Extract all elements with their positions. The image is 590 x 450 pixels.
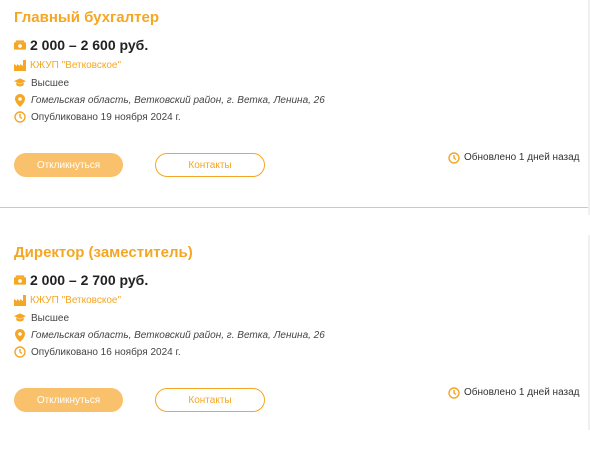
published-row: Опубликовано 16 ноября 2024 г. — [14, 346, 181, 358]
location-pin-icon — [14, 328, 26, 342]
education-row: Высшее — [14, 312, 69, 324]
salary: 2 000 – 2 700 руб. — [30, 272, 149, 288]
company-row: КЖУП "Ветковское" — [14, 59, 121, 71]
respond-button[interactable]: Откликнуться — [14, 153, 123, 177]
graduation-cap-icon — [14, 77, 26, 89]
address-row: Гомельская область, Ветковский район, г.… — [14, 328, 325, 342]
published-date: Опубликовано 16 ноября 2024 г. — [31, 346, 181, 358]
company-link[interactable]: КЖУП "Ветковское" — [30, 295, 121, 306]
salary-row: 2 000 – 2 600 руб. — [14, 37, 148, 53]
vacancy-title[interactable]: Директор (заместитель) — [14, 244, 193, 261]
clock-icon — [448, 152, 460, 164]
address: Гомельская область, Ветковский район, г.… — [31, 94, 325, 106]
respond-button[interactable]: Откликнуться — [14, 388, 123, 412]
factory-icon — [14, 59, 26, 71]
education: Высшее — [31, 77, 70, 89]
company-link[interactable]: КЖУП "Ветковское" — [30, 60, 121, 71]
address: Гомельская область, Ветковский район, г.… — [31, 329, 325, 341]
updated-text: Обновлено 1 дней назад — [464, 152, 580, 163]
clock-icon — [448, 387, 460, 399]
clock-icon — [14, 346, 26, 358]
divider — [0, 207, 590, 208]
contacts-button[interactable]: Контакты — [155, 153, 265, 177]
contacts-button[interactable]: Контакты — [155, 388, 265, 412]
updated-status: Обновлено 1 дней назад — [448, 386, 583, 402]
clock-icon — [14, 111, 26, 123]
graduation-cap-icon — [14, 312, 26, 324]
published-row: Опубликовано 19 ноября 2024 г. — [14, 111, 181, 123]
factory-icon — [14, 294, 26, 306]
education-row: Высшее — [14, 77, 69, 89]
vacancy-title[interactable]: Главный бухгалтер — [14, 9, 159, 26]
vacancy-card: Главный бухгалтер 2 000 – 2 600 руб. КЖУ… — [0, 0, 590, 215]
salary: 2 000 – 2 600 руб. — [30, 37, 149, 53]
money-icon — [14, 39, 26, 51]
vacancy-card: Директор (заместитель) 2 000 – 2 700 руб… — [0, 235, 590, 450]
updated-text: Обновлено 1 дней назад — [464, 387, 580, 398]
address-row: Гомельская область, Ветковский район, г.… — [14, 93, 325, 107]
education: Высшее — [31, 312, 70, 324]
company-row: КЖУП "Ветковское" — [14, 294, 121, 306]
money-icon — [14, 274, 26, 286]
location-pin-icon — [14, 93, 26, 107]
updated-status: Обновлено 1 дней назад — [448, 151, 583, 167]
published-date: Опубликовано 19 ноября 2024 г. — [31, 111, 181, 123]
salary-row: 2 000 – 2 700 руб. — [14, 272, 148, 288]
